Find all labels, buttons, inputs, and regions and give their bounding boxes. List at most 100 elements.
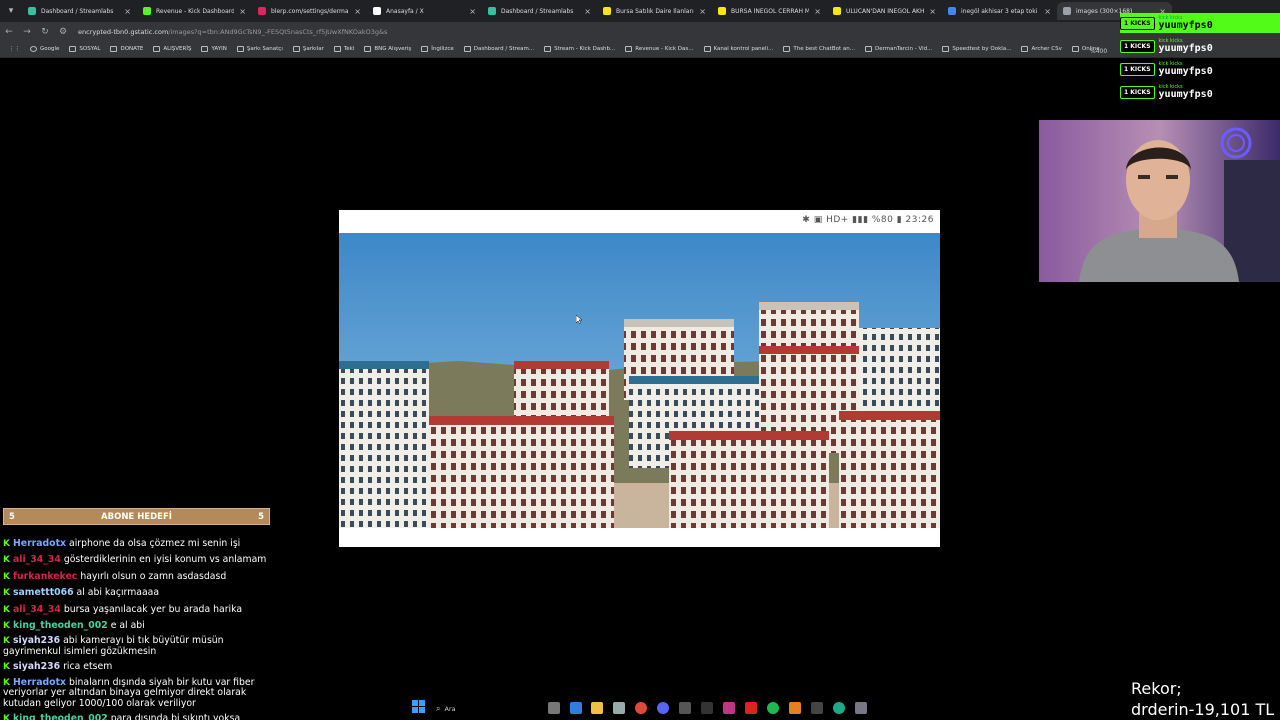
terminal-icon[interactable] [701, 702, 713, 714]
settings-icon[interactable] [679, 702, 691, 714]
bookmark-10[interactable]: Dashboard / Stream... [459, 46, 539, 52]
bookmark-label: DONATE [120, 46, 144, 52]
spotify-icon[interactable] [767, 702, 779, 714]
kick-badge: 1 KICKS [1120, 62, 1155, 76]
bookmark-14[interactable]: The best ChatBot an... [778, 46, 860, 52]
taskbar-search[interactable]: ⌕ Ara [430, 701, 542, 716]
chat-username[interactable]: furkankekec [13, 571, 77, 582]
tab-close-icon[interactable]: × [469, 7, 476, 16]
tab-close-icon[interactable]: × [124, 7, 131, 16]
back-icon[interactable]: ← [0, 27, 18, 37]
bookmark-17[interactable]: Archer CSv [1016, 46, 1066, 52]
bookmark-8[interactable]: BNG Alışveriş [359, 46, 416, 52]
bookmark-folder-icon [364, 46, 372, 52]
file-explorer-icon[interactable] [591, 702, 603, 714]
forward-icon[interactable]: → [18, 27, 36, 37]
bookmark-label: DermanTarcin - Vid... [874, 46, 933, 52]
bookmark-16[interactable]: Speedtest by Ookla... [937, 46, 1016, 52]
obs-icon[interactable] [833, 702, 845, 714]
edge-icon[interactable] [570, 702, 582, 714]
tab-8[interactable]: inegöl akhisar 3 etap toki - G × [942, 2, 1057, 20]
reload-icon[interactable]: ↻ [36, 27, 54, 37]
chat-message: Ksamettt066 al abi kaçırmaaaa [3, 585, 273, 601]
media-icon[interactable] [811, 702, 823, 714]
bookmark-5[interactable]: Şarkı Sanatçı [232, 46, 288, 52]
chat-username[interactable]: siyah236 [13, 635, 60, 647]
chrome-icon[interactable] [635, 702, 647, 714]
tab-close-icon[interactable]: × [354, 7, 361, 16]
browser-tab-strip: ▾ Dashboard / Streamlabs × Revenue - Kick … [0, 0, 1280, 22]
bookmark-folder-icon [783, 46, 791, 52]
soundcloud-icon[interactable] [789, 702, 801, 714]
bookmark-label: SOSYAL [79, 46, 101, 52]
instagram-icon[interactable] [723, 702, 735, 714]
bookmark-label: Şarkılar [302, 46, 324, 52]
kick-logo-icon: K [3, 662, 10, 673]
tab-4[interactable]: Dashboard / Streamlabs × [482, 2, 597, 20]
kick-badge: 1 KICKS [1120, 85, 1155, 99]
store-icon[interactable] [613, 702, 625, 714]
chat-text: gösterdiklerinin en iyisi konum vs anlam… [63, 554, 267, 566]
tab-3[interactable]: Anasayfa / X × [367, 2, 482, 20]
tab-close-icon[interactable]: × [239, 7, 246, 16]
bookmark-1[interactable]: SOSYAL [64, 46, 105, 52]
chat-text: hayırlı olsun o zamn asdasdasd [80, 570, 227, 582]
chat-username[interactable]: samettt066 [13, 587, 74, 598]
bookmark-label: Google [40, 46, 60, 52]
chat-username[interactable]: ali_34_34 [13, 554, 61, 565]
bookmark-11[interactable]: Stream - Kick Dashb... [539, 46, 620, 52]
chat-username[interactable]: king_theoden_002 [13, 620, 108, 631]
kick-alert: 1 KICKS kick kicks yuumyfps0 [1120, 36, 1280, 56]
bookmark-0[interactable]: Google [25, 46, 64, 52]
tab-7[interactable]: ULUCAN'DAN İNEGÖL AKHİS × [827, 2, 942, 20]
tab-close-icon[interactable]: × [929, 7, 936, 16]
discord-icon[interactable] [657, 702, 669, 714]
tab-search-icon[interactable]: ▾ [0, 0, 22, 22]
tab-1[interactable]: Revenue - Kick Dashboard × [137, 2, 252, 20]
bookmark-2[interactable]: DONATE [105, 46, 148, 52]
bookmark-label: Tekl [343, 46, 355, 52]
tab-favicon-icon [603, 7, 611, 15]
tab-close-icon[interactable]: × [1044, 7, 1051, 16]
bookmark-folder-icon [153, 46, 161, 52]
tab-close-icon[interactable]: × [814, 7, 821, 16]
bookmark-15[interactable]: DermanTarcin - Vid... [860, 46, 937, 52]
bookmark-7[interactable]: Tekl [329, 46, 360, 52]
tab-close-icon[interactable]: × [699, 7, 706, 16]
bookmark-folder-icon [942, 46, 950, 52]
chat-username[interactable]: Herradotx [13, 677, 66, 688]
bookmark-3[interactable]: ALIŞVERİŞ [148, 46, 196, 52]
tab-close-icon[interactable]: × [584, 7, 591, 16]
tab-0[interactable]: Dashboard / Streamlabs × [22, 2, 137, 20]
bookmark-12[interactable]: Revenue - Kick Das... [620, 46, 698, 52]
tab-2[interactable]: blerp.com/settings/dermanta × [252, 2, 367, 20]
chat-username[interactable]: Herradotx [13, 538, 66, 549]
chat-username[interactable]: ali_34_34 [13, 604, 61, 615]
tab-list: Dashboard / Streamlabs × Revenue - Kick Da… [22, 2, 1172, 20]
calculator-icon[interactable] [855, 702, 867, 714]
tab-title: Revenue - Kick Dashboard [156, 7, 235, 15]
bookmark-label: ALIŞVERİŞ [163, 46, 192, 52]
bookmark-4[interactable]: YAYIN [196, 46, 231, 52]
tab-favicon-icon [488, 7, 496, 15]
bookmark-folder-icon [864, 46, 872, 52]
site-info-icon[interactable]: ⚙ [54, 27, 72, 37]
app-x-icon[interactable] [745, 702, 757, 714]
bookmark-6[interactable]: Şarkılar [288, 46, 329, 52]
windows-start-icon[interactable] [412, 700, 425, 713]
bookmark-13[interactable]: Kanal kontrol paneli... [699, 46, 779, 52]
zoom-indicator[interactable]: %400 [1090, 48, 1107, 55]
tab-favicon-icon [373, 7, 381, 15]
address-bar-row: ← → ↻ ⚙ encrypted-tbn0.gstatic.com/image… [0, 22, 1280, 41]
bookmark-9[interactable]: İngilizce [416, 46, 458, 52]
task-view-icon[interactable] [548, 702, 560, 714]
bookmark-folder-icon [463, 46, 471, 52]
apps-icon[interactable]: ⋮⋮ [4, 46, 25, 52]
chat-username[interactable]: siyah236 [13, 661, 60, 672]
tab-title: inegöl akhisar 3 etap toki - G [961, 7, 1040, 15]
tab-5[interactable]: Bursa Satılık Daire İlanları ve × [597, 2, 712, 20]
url-field[interactable]: encrypted-tbn0.gstatic.com/images?q=tbn:… [78, 28, 387, 36]
tab-6[interactable]: BURSA İNEGÖL CERRAH MA × [712, 2, 827, 20]
kick-logo-icon: K [3, 621, 10, 632]
tab-title: Bursa Satılık Daire İlanları ve [616, 7, 695, 15]
